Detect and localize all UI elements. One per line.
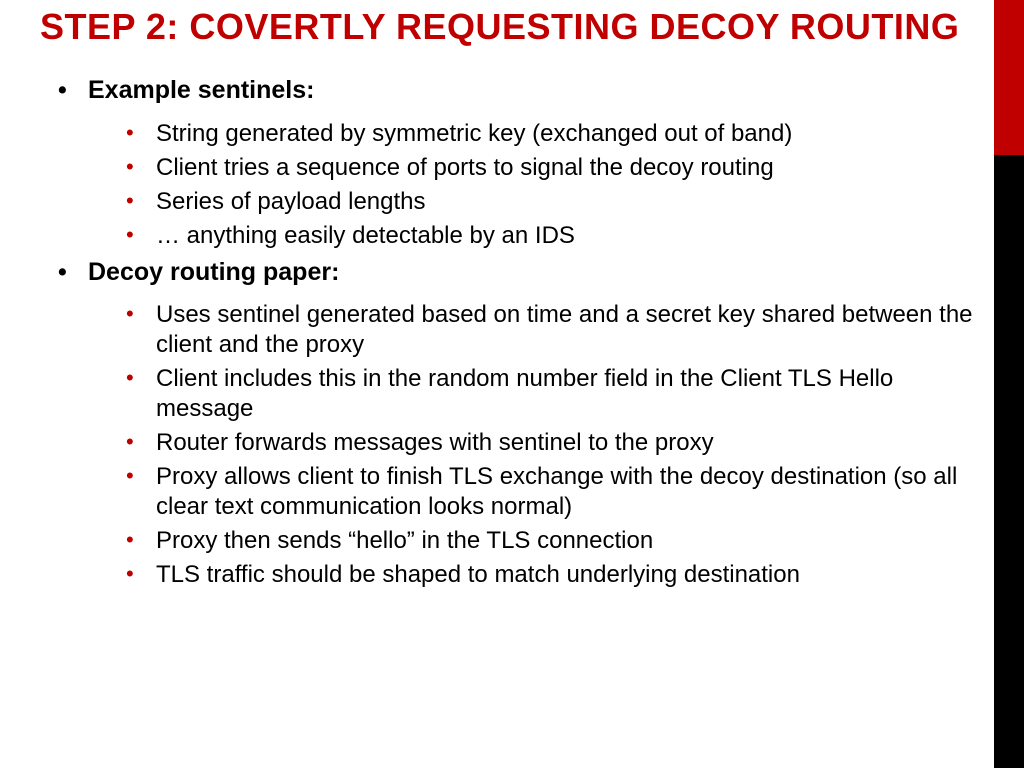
bullet-list-inner: String generated by symmetric key (excha… [88, 119, 979, 251]
side-accent-stripe [994, 0, 1024, 768]
slide-title: STEP 2: COVERTLY REQUESTING DECOY ROUTIN… [40, 6, 979, 47]
list-item: … anything easily detectable by an IDS [126, 221, 979, 251]
section-label: Decoy routing paper: [88, 258, 339, 286]
section-heading: Decoy routing paper: Uses sentinel gener… [58, 257, 979, 590]
stripe-red [994, 0, 1024, 155]
list-item: Proxy then sends “hello” in the TLS conn… [126, 526, 979, 556]
slide-content: STEP 2: COVERTLY REQUESTING DECOY ROUTIN… [40, 0, 979, 596]
list-item: Series of payload lengths [126, 187, 979, 217]
list-item: Client tries a sequence of ports to sign… [126, 153, 979, 183]
section-label: Example sentinels: [88, 76, 314, 104]
list-item: Client includes this in the random numbe… [126, 364, 979, 424]
bullet-list-outer: Example sentinels: String generated by s… [40, 75, 979, 590]
list-item: Router forwards messages with sentinel t… [126, 428, 979, 458]
section-heading: Example sentinels: String generated by s… [58, 75, 979, 250]
stripe-black [994, 155, 1024, 768]
list-item: String generated by symmetric key (excha… [126, 119, 979, 149]
list-item: TLS traffic should be shaped to match un… [126, 560, 979, 590]
list-item: Proxy allows client to finish TLS exchan… [126, 462, 979, 522]
bullet-list-inner: Uses sentinel generated based on time an… [88, 300, 979, 590]
list-item: Uses sentinel generated based on time an… [126, 300, 979, 360]
